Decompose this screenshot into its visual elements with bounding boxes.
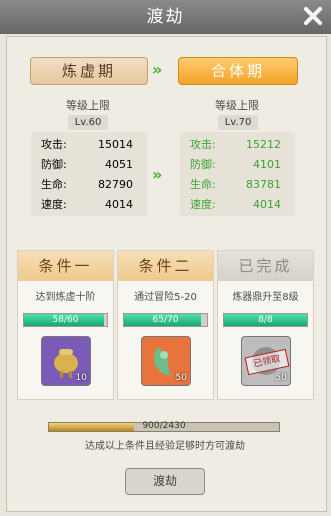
stat-row: 防御: 4101 (190, 158, 281, 171)
jade-pendant-icon[interactable]: 50 (141, 336, 191, 386)
current-stats: 攻击: 15014 防御: 4051 生命: 82790 速度: 4014 (31, 132, 147, 216)
condition-card-1: 条件一 达到炼虚十阶 58/60 10 (17, 250, 114, 400)
current-cap-label: 等级上限 (66, 99, 110, 112)
stat-row: 攻击: 15014 (41, 138, 133, 151)
condition-progress-bar: 65/70 (123, 313, 208, 327)
stat-row: 防御: 4051 (41, 158, 133, 171)
stat-row: 攻击: 15212 (190, 138, 281, 151)
close-icon[interactable] (301, 4, 325, 28)
window-title: 渡劫 (146, 7, 185, 27)
experience-bar: 900/2430 (48, 421, 280, 432)
next-realm-banner: 合体期 (178, 57, 298, 85)
condition-desc: 炼器鼎升至8级 (232, 292, 299, 303)
condition-progress-bar: 8/8 (223, 313, 308, 327)
claimed-reward-icon: 已领取 50 (241, 336, 291, 386)
condition-card-2: 条件二 通过冒险5-20 65/70 50 (117, 250, 214, 400)
next-cap-label: 等级上限 (215, 99, 259, 112)
condition-progress-text: 58/60 (52, 315, 79, 325)
tribulation-window: 渡劫 炼虚期 » 合体期 等级上限 Lv.60 等级上限 Lv.70 攻击: 15… (0, 0, 331, 516)
reward-count: 50 (275, 373, 287, 383)
condition-progress-text: 65/70 (152, 315, 179, 325)
reward-count: 10 (75, 373, 87, 383)
experience-text: 900/2430 (142, 421, 186, 431)
condition-title: 条件一 (18, 251, 113, 281)
stat-row: 速度: 4014 (190, 198, 281, 211)
stat-row: 速度: 4014 (41, 198, 133, 211)
tribulation-button[interactable]: 渡劫 (125, 468, 205, 495)
condition-title: 已完成 (218, 251, 313, 281)
condition-card-3: 已完成 炼器鼎升至8级 8/8 已领取 50 (217, 250, 314, 400)
requirement-note: 达成以上条件且经验足够时方可渡劫 (85, 441, 245, 452)
arrow-icon: » (152, 165, 163, 184)
condition-progress-bar: 58/60 (23, 313, 108, 327)
condition-progress-text: 8/8 (258, 315, 273, 325)
current-realm-banner: 炼虚期 (30, 57, 148, 85)
stat-row: 生命: 83781 (190, 178, 281, 191)
cauldron-icon[interactable]: 10 (41, 336, 91, 386)
condition-desc: 通过冒险5-20 (134, 292, 197, 303)
next-stats: 攻击: 15212 防御: 4101 生命: 83781 速度: 4014 (180, 132, 295, 216)
stat-row: 生命: 82790 (41, 178, 133, 191)
condition-title: 条件二 (118, 251, 213, 281)
reward-count: 50 (175, 373, 187, 383)
current-cap-value: Lv.60 (68, 115, 108, 130)
condition-desc: 达到炼虚十阶 (35, 292, 96, 303)
next-cap-value: Lv.70 (218, 115, 258, 130)
arrow-icon: » (152, 60, 163, 79)
